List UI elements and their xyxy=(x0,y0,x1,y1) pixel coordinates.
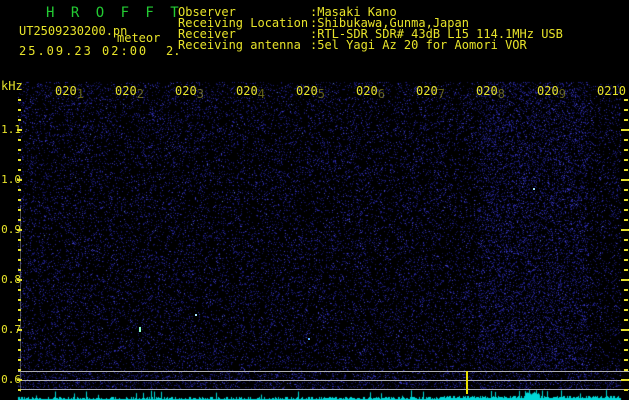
time-axis-label: 0204 xyxy=(236,84,265,98)
axis-tick xyxy=(18,189,21,191)
axis-tick xyxy=(621,229,629,231)
axis-tick xyxy=(18,149,21,151)
axis-tick xyxy=(624,339,628,341)
axis-tick xyxy=(17,229,22,231)
axis-tick xyxy=(18,199,21,201)
axis-tick xyxy=(621,129,629,131)
axis-tick xyxy=(624,259,628,261)
time-axis-label: 0208 xyxy=(476,84,505,98)
axis-tick xyxy=(18,119,21,121)
axis-tick xyxy=(17,279,22,281)
capture-datetime: 25.09.23 02:00 xyxy=(19,44,148,58)
signal-spike-marker xyxy=(466,371,468,394)
axis-tick xyxy=(18,289,21,291)
meteor-echo-dot xyxy=(139,327,141,332)
axis-tick xyxy=(624,119,628,121)
axis-tick xyxy=(18,319,21,321)
axis-tick xyxy=(18,169,21,171)
axis-tick xyxy=(17,179,22,181)
info-label: Receiving antenna xyxy=(178,38,301,52)
axis-tick xyxy=(624,389,628,391)
axis-tick xyxy=(18,369,21,371)
time-axis-label: 0205 xyxy=(296,84,325,98)
axis-tick xyxy=(18,389,21,391)
axis-tick xyxy=(17,379,22,381)
meteor-label: meteor xyxy=(117,31,160,45)
axis-tick xyxy=(621,179,629,181)
capture-filename: UT2509230200.pn xyxy=(19,24,127,38)
hrofft-title: H R O F F T xyxy=(46,5,183,21)
axis-tick xyxy=(624,99,628,101)
axis-tick xyxy=(624,209,628,211)
axis-tick xyxy=(18,109,21,111)
axis-tick xyxy=(621,329,629,331)
axis-tick xyxy=(624,289,628,291)
meteor-echo-dot xyxy=(533,188,535,190)
axis-tick xyxy=(624,169,628,171)
axis-tick xyxy=(18,239,21,241)
time-axis-label: 0203 xyxy=(175,84,204,98)
hrofft-screen: H R O F F T UT2509230200.pn meteor 25.09… xyxy=(0,0,629,400)
axis-tick xyxy=(624,219,628,221)
axis-tick xyxy=(624,269,628,271)
axis-tick xyxy=(624,359,628,361)
info-value: :5el Yagi Az 20 for Aomori VOR xyxy=(310,38,527,52)
axis-tick xyxy=(18,269,21,271)
axis-tick xyxy=(624,319,628,321)
axis-tick xyxy=(18,209,21,211)
axis-tick xyxy=(18,219,21,221)
time-axis-label: 0207 xyxy=(416,84,445,98)
axis-tick xyxy=(624,149,628,151)
meteor-echo-dot xyxy=(308,338,310,340)
axis-tick xyxy=(624,239,628,241)
axis-tick xyxy=(18,349,21,351)
time-axis-label: 0210 xyxy=(597,84,626,98)
axis-tick xyxy=(621,279,629,281)
noise-floor-divider-line xyxy=(18,380,629,381)
khz-unit-label: kHz xyxy=(1,79,23,93)
axis-tick xyxy=(18,339,21,341)
axis-tick xyxy=(18,299,21,301)
time-axis-label: 0206 xyxy=(356,84,385,98)
axis-tick xyxy=(624,109,628,111)
axis-tick xyxy=(17,129,22,131)
axis-tick xyxy=(17,329,22,331)
time-axis-label: 0201 xyxy=(55,84,84,98)
time-axis-label: 0202 xyxy=(115,84,144,98)
axis-tick xyxy=(624,249,628,251)
meteor-echo-dot xyxy=(195,314,197,316)
axis-tick xyxy=(624,349,628,351)
axis-tick xyxy=(18,99,21,101)
axis-tick xyxy=(624,139,628,141)
axis-tick xyxy=(18,359,21,361)
time-axis-label: 0209 xyxy=(537,84,566,98)
axis-tick xyxy=(624,309,628,311)
axis-tick xyxy=(18,249,21,251)
axis-tick xyxy=(624,159,628,161)
noise-floor-divider-line xyxy=(18,389,629,390)
axis-tick xyxy=(624,369,628,371)
station-info-block: Observer:Masaki Kano Receiving Location:S… xyxy=(178,5,618,55)
axis-tick xyxy=(18,139,21,141)
axis-tick xyxy=(624,199,628,201)
axis-tick xyxy=(18,309,21,311)
axis-tick xyxy=(18,259,21,261)
axis-tick xyxy=(621,379,629,381)
noise-floor-divider-line xyxy=(18,371,629,372)
axis-tick xyxy=(624,189,628,191)
axis-tick xyxy=(18,159,21,161)
spectrogram-noise-canvas xyxy=(0,0,629,400)
axis-tick xyxy=(624,299,628,301)
